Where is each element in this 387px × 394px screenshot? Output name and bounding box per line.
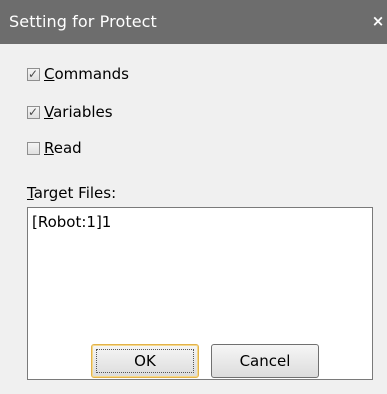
read-option[interactable]: Read bbox=[27, 138, 82, 158]
protect-settings-dialog: Setting for Protect × ✓ Commands ✓ Varia… bbox=[0, 0, 387, 394]
commands-checkbox[interactable]: ✓ bbox=[27, 66, 40, 81]
target-files-label: Target Files: bbox=[27, 184, 117, 202]
commands-label: Commands bbox=[44, 65, 129, 83]
cancel-button[interactable]: Cancel bbox=[211, 344, 319, 378]
title-bar: Setting for Protect × bbox=[0, 0, 387, 44]
variables-label: Variables bbox=[44, 103, 113, 121]
checkmark-icon: ✓ bbox=[28, 66, 39, 81]
dialog-title: Setting for Protect bbox=[9, 12, 157, 31]
list-item[interactable]: [Robot:1]1 bbox=[32, 213, 111, 231]
dialog-body: ✓ Commands ✓ Variables Read Target Files… bbox=[0, 44, 387, 394]
read-checkbox[interactable] bbox=[27, 141, 40, 155]
variables-option[interactable]: ✓ Variables bbox=[27, 102, 113, 122]
target-files-list[interactable]: [Robot:1]1 bbox=[27, 207, 373, 380]
variables-checkbox[interactable]: ✓ bbox=[27, 104, 40, 119]
commands-option[interactable]: ✓ Commands bbox=[27, 64, 129, 84]
close-icon[interactable]: × bbox=[369, 12, 387, 30]
focus-indicator bbox=[96, 349, 194, 373]
ok-button[interactable]: OK bbox=[91, 344, 199, 378]
checkmark-icon: ✓ bbox=[28, 104, 39, 119]
read-label: Read bbox=[44, 139, 82, 157]
